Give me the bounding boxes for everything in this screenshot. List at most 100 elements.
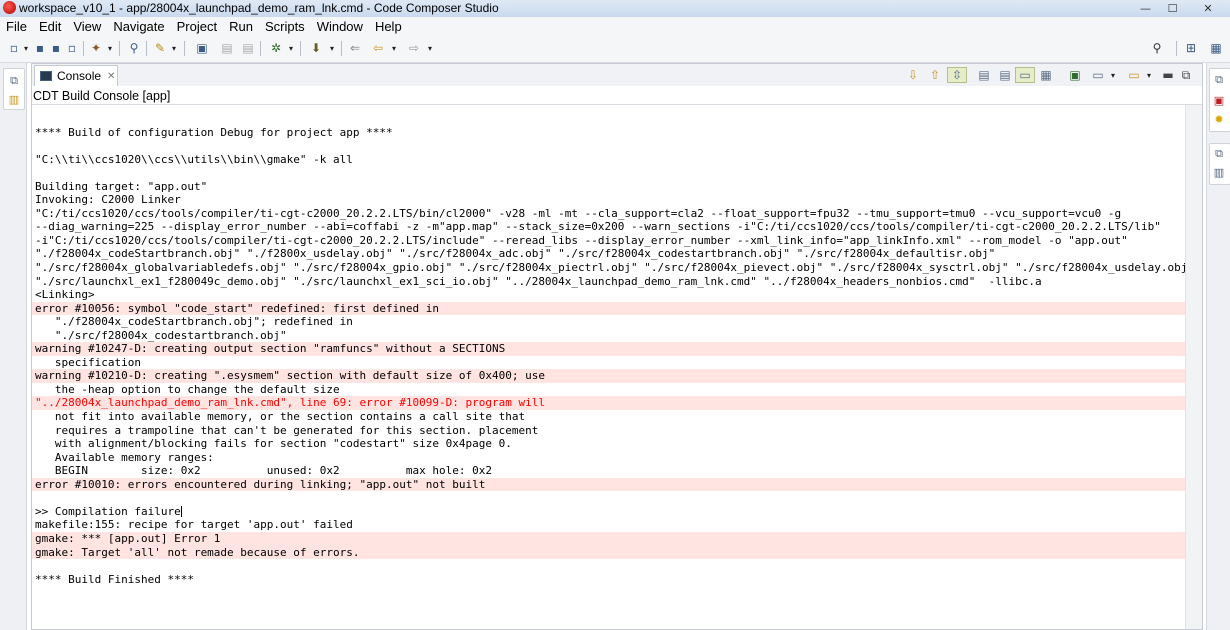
console-line-text: Invoking: C2000 Linker (35, 193, 181, 207)
close-button[interactable]: ✕ (1186, 0, 1230, 17)
toolbar-separator (260, 41, 261, 56)
console-line: warning #10210-D: creating ".esysmem" se… (32, 369, 1187, 383)
save-icon[interactable]: ▪ (32, 40, 48, 56)
save-all-icon[interactable]: ▪ (48, 40, 64, 56)
quick-access-search-icon[interactable]: ⚲ (1149, 40, 1165, 56)
console-line: "./src/launchxl_ex1_f280049c_demo.obj" "… (32, 275, 1187, 289)
console-line-text: "./src/f28004x_globalvariabledefs.obj" "… (35, 261, 1187, 275)
console-line: gmake: *** [app.out] Error 1 (32, 531, 1187, 546)
restore-icon[interactable]: ⧉ (7, 74, 21, 88)
toolbar-separator (300, 41, 301, 56)
console-line: "./src/f28004x_codestartbranch.obj" (32, 329, 1187, 343)
console-line: gmake: Target 'all' not remade because o… (32, 545, 1187, 560)
flash-icon[interactable]: ✎ (152, 40, 168, 56)
console-line-text: "C:/ti/ccs1020/ccs/tools/compiler/ti-cgt… (35, 206, 1122, 220)
open-console-icon[interactable]: ▭ (1126, 67, 1142, 83)
console-line: makefile:155: recipe for target 'app.out… (32, 518, 1187, 532)
window-title: workspace_v10_1 - app/28004x_launchpad_d… (19, 1, 499, 15)
minimize-button[interactable]: — (1132, 0, 1159, 17)
chevron-down-icon[interactable]: ▾ (287, 40, 295, 56)
menu-view[interactable]: View (67, 17, 107, 36)
project-explorer-icon[interactable]: ▥ (7, 92, 21, 106)
tab-console[interactable]: Console ✕ (34, 65, 118, 86)
restore-icon[interactable]: ⧉ (1211, 72, 1227, 88)
chevron-down-icon[interactable]: ▾ (22, 40, 30, 56)
console-line: -i"C:/ti/ccs1020/ccs/tools/compiler/ti-c… (32, 234, 1187, 248)
console-line: error #10056: symbol "code_start" redefi… (32, 301, 1187, 316)
chevron-down-icon[interactable]: ▾ (106, 40, 114, 56)
menu-file[interactable]: File (0, 17, 33, 36)
last-edit-icon[interactable]: ⇐ (347, 40, 363, 56)
chevron-down-icon[interactable]: ▾ (390, 40, 398, 56)
console-line: **** Build Finished **** (32, 573, 1187, 587)
console-line: specification (32, 356, 1187, 370)
console-line-text: with alignment/blocking fails for sectio… (35, 437, 512, 451)
chevron-down-icon[interactable]: ▾ (328, 40, 336, 56)
properties-icon[interactable]: ▥ (1211, 164, 1227, 180)
open-perspective-icon[interactable]: ⊞ (1183, 40, 1199, 56)
maximize-view-icon[interactable]: ⧉ (1178, 67, 1194, 83)
paste-icon[interactable]: ▤ (240, 40, 256, 56)
print-icon[interactable]: ▫ (64, 40, 80, 56)
menu-run[interactable]: Run (223, 17, 259, 36)
toolbar-separator (341, 41, 342, 56)
subtitle-divider (32, 104, 1202, 105)
forward-arrow-icon[interactable]: ⇨ (406, 40, 422, 56)
copy-icon[interactable]: ▤ (219, 40, 235, 56)
new-file-icon[interactable]: ▫ (6, 40, 22, 56)
console-line: --diag_warning=225 --display_error_numbe… (32, 220, 1187, 234)
chevron-down-icon[interactable]: ▾ (426, 40, 434, 56)
menu-navigate[interactable]: Navigate (107, 17, 170, 36)
pin-console-icon[interactable]: ▭ (1015, 67, 1035, 83)
load-program-icon[interactable]: ⬇ (308, 40, 324, 56)
scroll-lock-icon[interactable]: ▤ (976, 67, 992, 83)
terminal-icon[interactable]: ▣ (194, 40, 210, 56)
menu-scripts[interactable]: Scripts (259, 17, 311, 36)
right-trim-bar: ⧉ ▣ ✹ ⧉ ▥ (1206, 63, 1230, 630)
next-error-icon[interactable]: ⇩ (905, 67, 921, 83)
lightbulb-icon[interactable]: ✹ (1211, 111, 1227, 127)
console-display-icon[interactable]: ▭ (1090, 67, 1106, 83)
chevron-down-icon[interactable]: ▾ (170, 40, 178, 56)
title-bar: workspace_v10_1 - app/28004x_launchpad_d… (0, 0, 1230, 18)
console-line: Building target: "app.out" (32, 180, 1187, 194)
menu-project[interactable]: Project (171, 17, 223, 36)
menu-edit[interactable]: Edit (33, 17, 67, 36)
chevron-down-icon[interactable]: ▾ (1145, 67, 1153, 83)
ccs-app-icon (3, 1, 16, 14)
minimize-view-icon[interactable]: ▬ (1160, 67, 1176, 83)
clear-console-icon[interactable]: ▦ (1038, 67, 1054, 83)
menu-window[interactable]: Window (311, 17, 369, 36)
console-line: BEGIN size: 0x2 unused: 0x2 max hole: 0x… (32, 464, 1187, 478)
toolbar-separator (146, 41, 147, 56)
console-output[interactable]: **** Build of configuration Debug for pr… (32, 112, 1187, 586)
console-line-text: Available memory ranges: (35, 450, 214, 464)
display-selected-console-icon[interactable]: ▣ (1067, 67, 1083, 83)
left-trim-bar: ⧉ ▥ (0, 63, 27, 630)
window-controls: — ☐ ✕ (1132, 0, 1230, 17)
back-arrow-icon[interactable]: ⇦ (370, 40, 386, 56)
console-line: requires a trampoline that can't be gene… (32, 424, 1187, 438)
restore-icon[interactable]: ⧉ (1211, 146, 1227, 162)
console-line: **** Build of configuration Debug for pr… (32, 126, 1187, 140)
previous-error-icon[interactable]: ⇧ (927, 67, 943, 83)
build-hammer-icon[interactable]: ✦ (88, 40, 104, 56)
menu-help[interactable]: Help (369, 17, 408, 36)
console-line-text: error #10056: symbol "code_start" redefi… (35, 301, 439, 315)
vertical-scrollbar[interactable] (1185, 105, 1202, 629)
show-console-on-output-icon[interactable]: ⇳ (947, 67, 967, 83)
debug-bug-icon[interactable]: ✲ (268, 40, 284, 56)
chevron-down-icon[interactable]: ▾ (1109, 67, 1117, 83)
ccs-edit-perspective-icon[interactable]: ▦ (1208, 40, 1224, 56)
maximize-button[interactable]: ☐ (1159, 0, 1186, 17)
tab-console-label: Console (57, 69, 102, 83)
search-icon[interactable]: ⚲ (126, 40, 142, 56)
outline-icon[interactable]: ▣ (1211, 92, 1227, 108)
console-line: "C:\\ti\\ccs1020\\ccs\\utils\\bin\\gmake… (32, 153, 1187, 167)
word-wrap-icon[interactable]: ▤ (997, 67, 1013, 83)
close-icon[interactable]: ✕ (107, 71, 115, 82)
